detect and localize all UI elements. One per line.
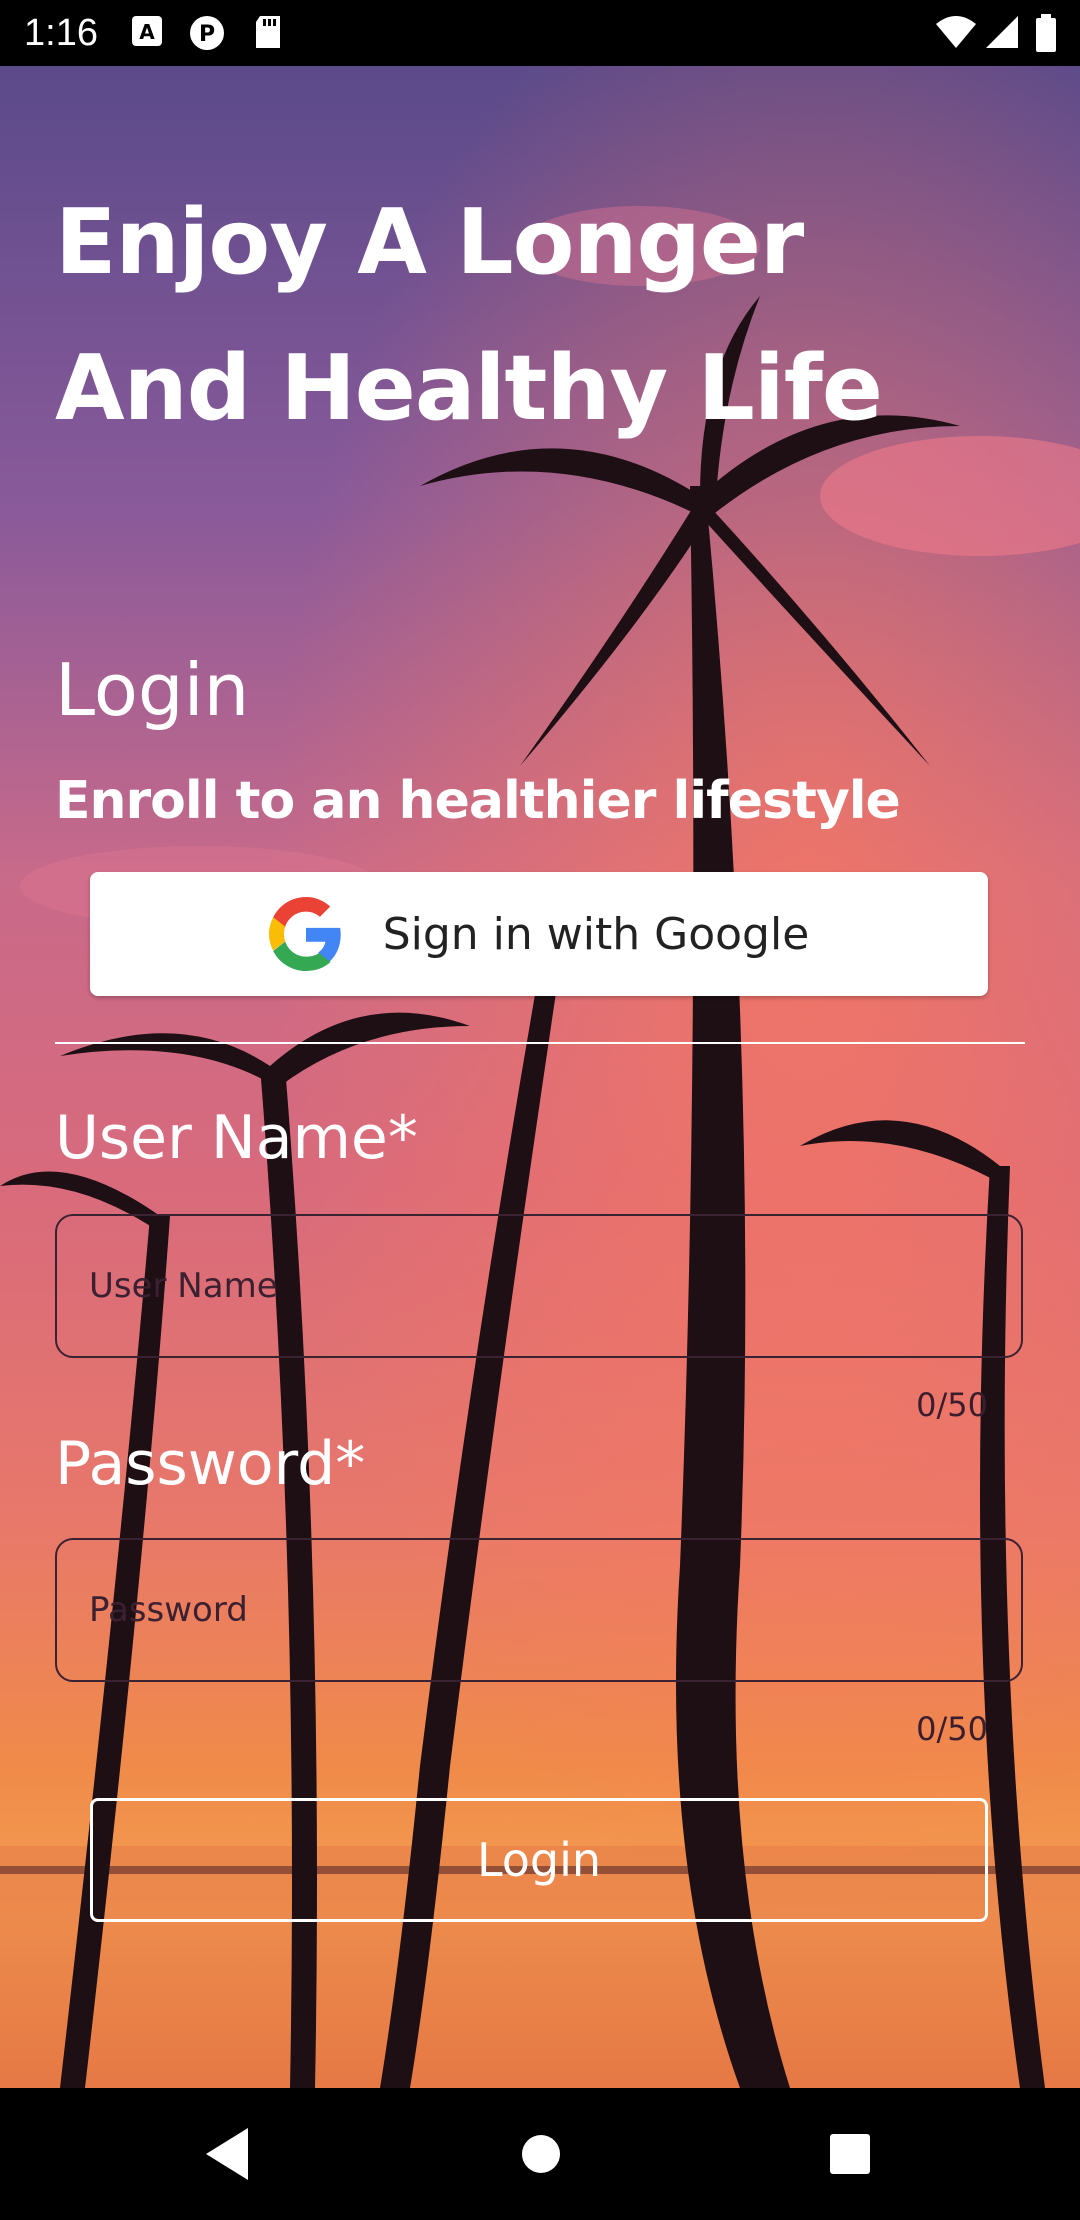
navigation-bar <box>0 2088 1080 2220</box>
status-time: 1:16 <box>24 12 98 54</box>
password-input[interactable] <box>89 1540 989 1680</box>
wifi-icon <box>936 16 976 48</box>
sd-card-icon <box>256 16 280 48</box>
password-label: Password* <box>55 1429 366 1499</box>
headline: Enjoy A Longer And Healthy Life <box>55 170 1035 462</box>
divider <box>55 1042 1025 1044</box>
battery-icon <box>1036 14 1056 52</box>
svg-text:A: A <box>139 20 155 44</box>
signal-icon <box>986 16 1018 48</box>
home-icon[interactable] <box>512 2124 570 2184</box>
status-bar: 1:16 A P <box>0 0 1080 66</box>
recents-icon[interactable] <box>826 2124 874 2184</box>
password-char-counter: 0/50 <box>916 1710 988 1748</box>
login-button[interactable]: Login <box>90 1798 988 1922</box>
notification-p-icon: P <box>190 16 224 50</box>
username-input[interactable] <box>89 1216 989 1356</box>
headline-line2: And Healthy Life <box>55 336 883 441</box>
username-char-counter: 0/50 <box>916 1386 988 1424</box>
google-g-icon <box>268 897 341 971</box>
username-label: User Name* <box>55 1103 418 1173</box>
google-sign-in-label: Sign in with Google <box>382 908 810 960</box>
username-field-box[interactable] <box>55 1214 1023 1358</box>
font-a-icon: A <box>132 16 162 46</box>
back-icon[interactable] <box>200 2124 252 2184</box>
google-sign-in-button[interactable]: Sign in with Google <box>90 872 988 996</box>
login-title: Login <box>55 648 250 732</box>
svg-text:P: P <box>199 22 215 47</box>
password-field-box[interactable] <box>55 1538 1023 1682</box>
headline-line1: Enjoy A Longer <box>55 190 804 295</box>
login-subtitle: Enroll to an healthier lifestyle <box>55 771 901 831</box>
